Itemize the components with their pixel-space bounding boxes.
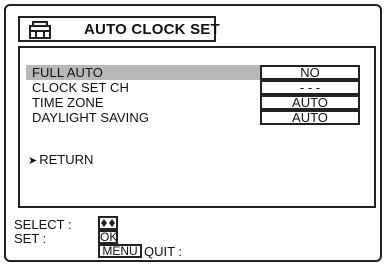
return-label: RETURN <box>39 152 94 167</box>
menu-item-time-zone[interactable]: TIME ZONE AUTO <box>24 95 364 110</box>
menu-item-value[interactable]: AUTO <box>260 95 360 110</box>
menu-item-daylight-saving[interactable]: DAYLIGHT SAVING AUTO <box>24 110 364 125</box>
menu-item-label: FULL AUTO <box>32 65 103 80</box>
menu-item-label: TIME ZONE <box>32 95 104 110</box>
tv-osd-screen: AUTO CLOCK SET FULL AUTO NO CLOCK SET CH… <box>4 4 382 262</box>
select-label: SELECT : <box>14 217 72 232</box>
menu-item-label: CLOCK SET CH <box>32 80 130 95</box>
menu-item-value[interactable]: - - - <box>260 80 360 95</box>
page-title: AUTO CLOCK SET <box>84 21 220 38</box>
menu-item-value[interactable]: NO <box>260 65 360 80</box>
menu-item-full-auto[interactable]: FULL AUTO NO <box>24 65 364 80</box>
arrow-right-icon: ➤ <box>28 155 38 167</box>
menu-item-clock-set-ch[interactable]: CLOCK SET CH - - - <box>24 80 364 95</box>
menu-key: MENU <box>98 244 142 258</box>
tv-menu-icon <box>29 21 51 39</box>
menu-item-label: DAYLIGHT SAVING <box>32 110 150 125</box>
return-item[interactable]: ➤ RETURN <box>28 152 93 169</box>
ok-key: OK <box>98 230 118 244</box>
up-down-arrows-icon <box>98 216 118 230</box>
footer-help: SELECT : SET : OK MENU QUIT : <box>6 214 384 260</box>
quit-label: QUIT : <box>144 244 183 259</box>
menu-item-value[interactable]: AUTO <box>260 110 360 125</box>
title-bar: AUTO CLOCK SET <box>18 16 220 42</box>
set-label: SET : <box>14 231 47 246</box>
